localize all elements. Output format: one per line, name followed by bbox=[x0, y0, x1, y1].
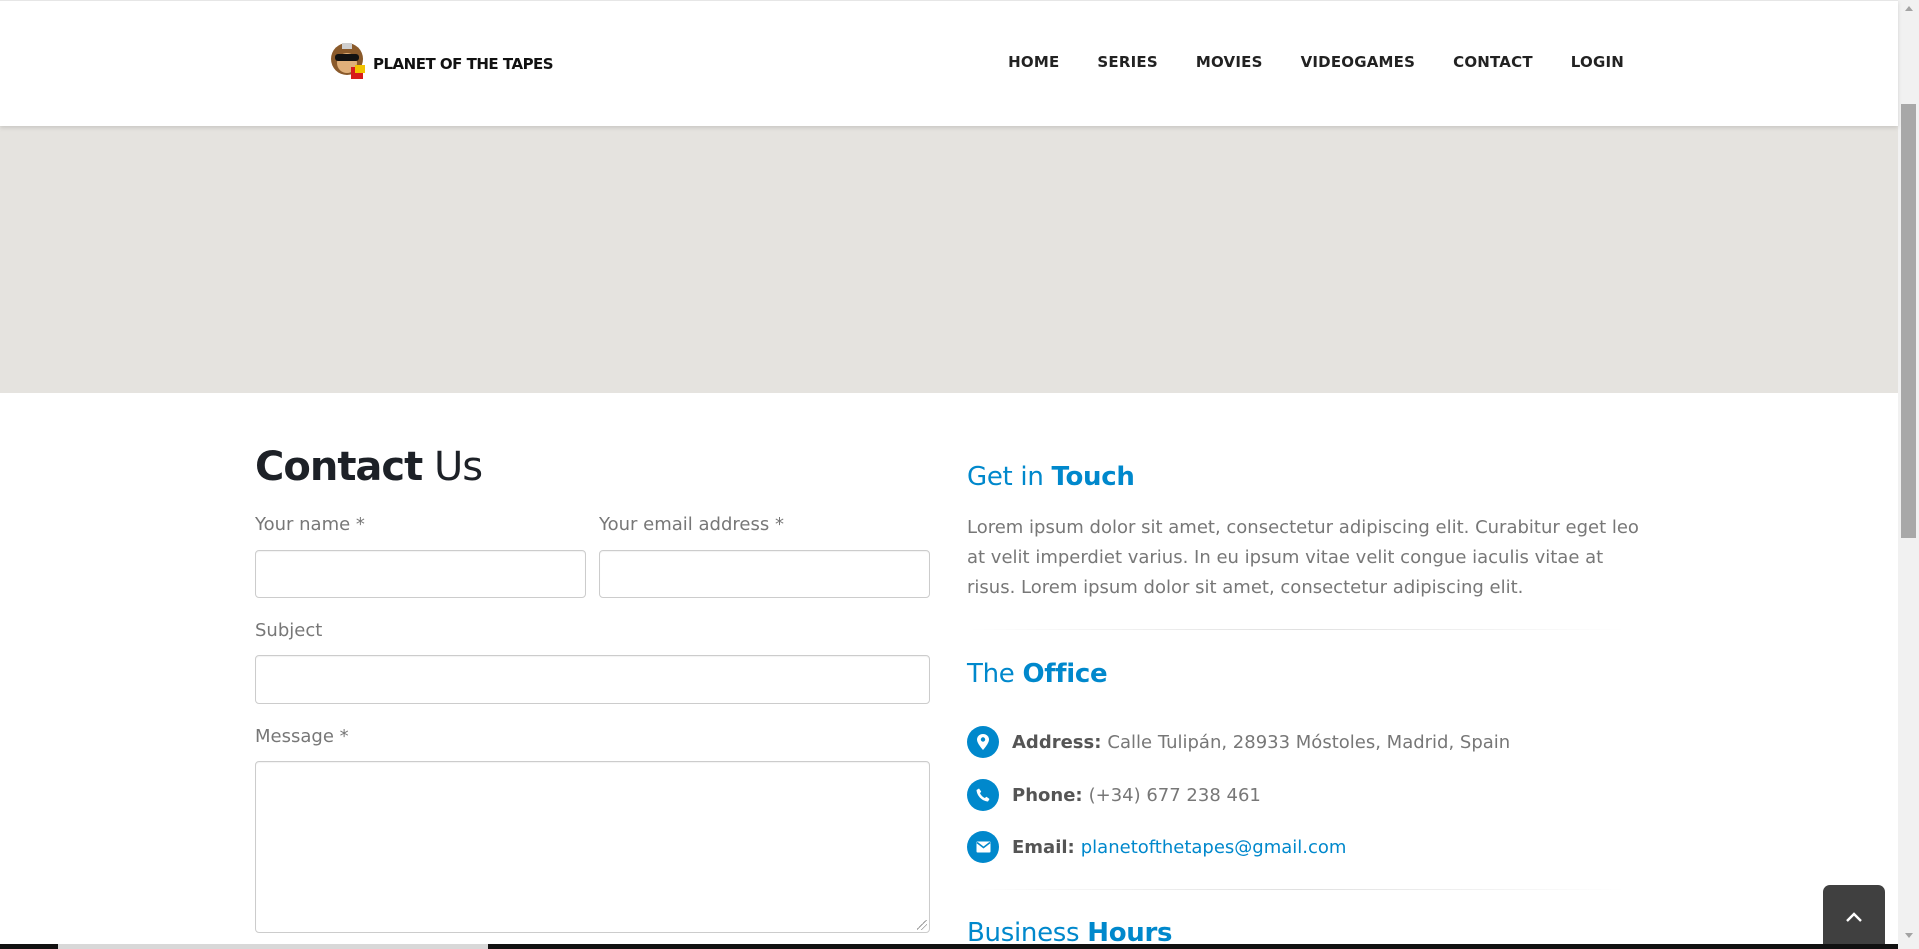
address-label: Address: bbox=[1012, 731, 1102, 753]
office-address: Address: Calle Tulipán, 28933 Móstoles, … bbox=[967, 726, 1510, 758]
message-textarea[interactable] bbox=[255, 761, 930, 933]
nav-home[interactable]: HOME bbox=[989, 53, 1078, 71]
nav-movies[interactable]: MOVIES bbox=[1177, 53, 1282, 71]
site-header: PLANET OF THE TAPES HOME SERIES MOVIES V… bbox=[0, 0, 1898, 126]
phone-icon bbox=[967, 779, 999, 811]
office-heading-bold: Office bbox=[1022, 659, 1108, 689]
scroll-down-arrow-icon[interactable] bbox=[1898, 927, 1919, 944]
monkey-logo-icon bbox=[325, 37, 371, 83]
get-in-touch-light: Get in bbox=[967, 462, 1044, 492]
subject-input[interactable] bbox=[255, 655, 930, 704]
address-value: Calle Tulipán, 28933 Móstoles, Madrid, S… bbox=[1107, 731, 1511, 753]
logo-text: PLANET OF THE TAPES bbox=[373, 55, 554, 73]
scroll-up-arrow-icon[interactable] bbox=[1898, 0, 1919, 17]
scrollbar-thumb[interactable] bbox=[1901, 104, 1916, 538]
subject-label: Subject bbox=[255, 620, 323, 641]
contact-title: Contact Us bbox=[255, 444, 483, 490]
contact-title-bold: Contact bbox=[255, 444, 423, 490]
main-nav: HOME SERIES MOVIES VIDEOGAMES CONTACT LO… bbox=[989, 53, 1624, 71]
phone-value: (+34) 677 238 461 bbox=[1088, 784, 1261, 806]
office-heading-light: The bbox=[967, 659, 1015, 689]
page-scrollbar[interactable] bbox=[1898, 0, 1919, 949]
message-label: Message * bbox=[255, 726, 349, 747]
name-input[interactable] bbox=[255, 550, 586, 598]
office-phone: Phone: (+34) 677 238 461 bbox=[967, 779, 1261, 811]
nav-series[interactable]: SERIES bbox=[1078, 53, 1176, 71]
nav-videogames[interactable]: VIDEOGAMES bbox=[1282, 53, 1435, 71]
envelope-icon bbox=[967, 831, 999, 863]
scroll-to-top-button[interactable] bbox=[1823, 885, 1885, 949]
get-in-touch-bold: Touch bbox=[1051, 462, 1135, 492]
divider bbox=[967, 889, 1627, 890]
name-label: Your name * bbox=[255, 514, 365, 535]
office-email: Email: planetofthetapes@gmail.com bbox=[967, 831, 1346, 863]
email-label-office: Email: bbox=[1012, 836, 1075, 858]
map-area[interactable] bbox=[0, 126, 1898, 393]
site-logo[interactable]: PLANET OF THE TAPES bbox=[325, 35, 554, 85]
office-heading: The Office bbox=[967, 659, 1108, 689]
get-in-touch-heading: Get in Touch bbox=[967, 462, 1135, 492]
resize-grip-icon[interactable] bbox=[917, 920, 927, 930]
map-marker-icon bbox=[967, 726, 999, 758]
phone-label: Phone: bbox=[1012, 784, 1083, 806]
email-label: Your email address * bbox=[599, 514, 784, 535]
chevron-up-icon bbox=[1846, 912, 1862, 922]
email-link[interactable]: planetofthetapes@gmail.com bbox=[1081, 837, 1347, 858]
nav-contact[interactable]: CONTACT bbox=[1434, 53, 1552, 71]
divider bbox=[967, 629, 1627, 630]
bottom-edge-segment bbox=[58, 944, 488, 949]
nav-login[interactable]: LOGIN bbox=[1552, 53, 1624, 71]
get-in-touch-text: Lorem ipsum dolor sit amet, consectetur … bbox=[967, 517, 1639, 598]
email-input[interactable] bbox=[599, 550, 930, 598]
contact-title-light: Us bbox=[433, 444, 483, 490]
